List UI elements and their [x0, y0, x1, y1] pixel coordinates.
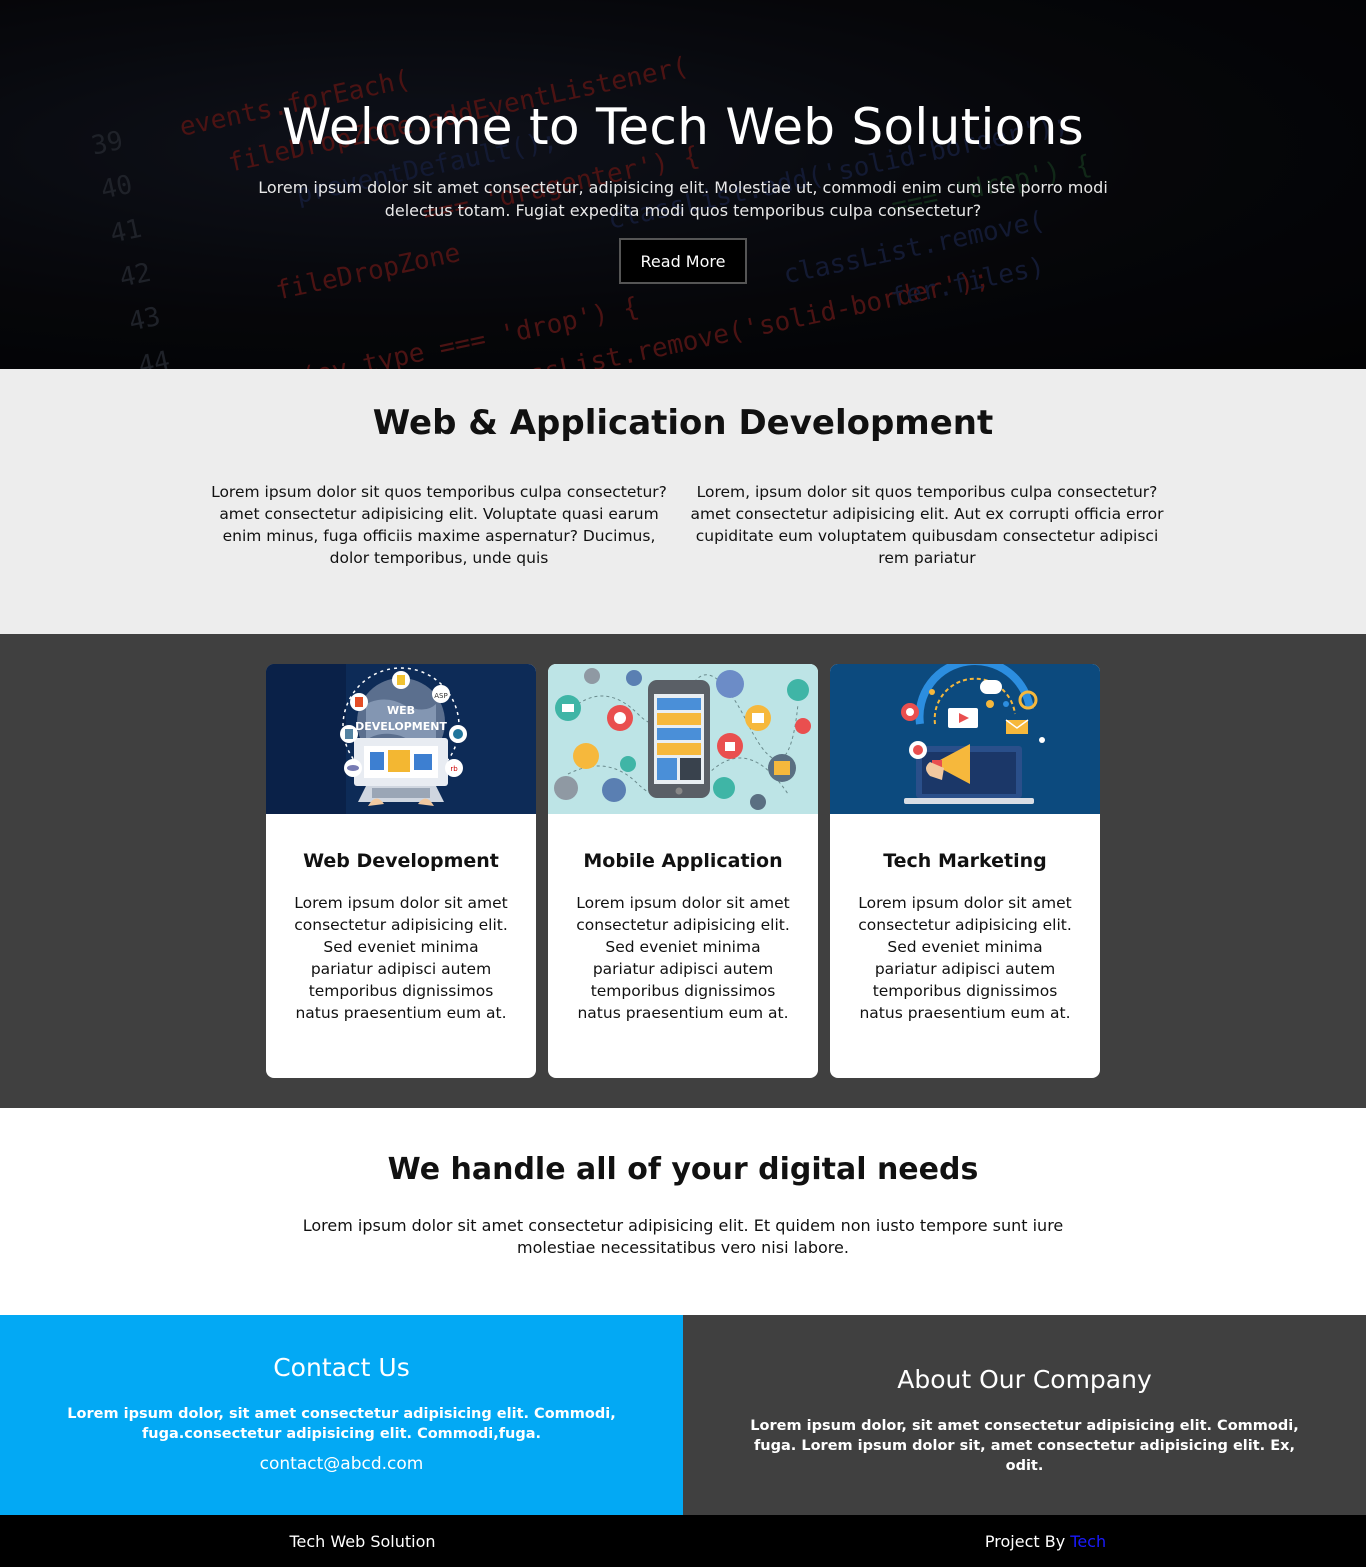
- footer-credit-prefix: Project By: [984, 1531, 1066, 1551]
- web-development-image: WEB DEVELOPMENT ASP rb: [266, 664, 536, 814]
- hero-banner: 39 40 41 42 43 44 45 46 events.forEach( …: [0, 0, 1366, 369]
- mobile-application-image: [548, 664, 818, 814]
- contact-panel: Contact Us Lorem ipsum dolor, sit amet c…: [0, 1315, 683, 1515]
- digital-needs-section: We handle all of your digital needs Lore…: [0, 1108, 1366, 1315]
- hero-description: Lorem ipsum dolor sit amet consectetur, …: [258, 178, 1108, 220]
- info-section: Contact Us Lorem ipsum dolor, sit amet c…: [0, 1315, 1366, 1515]
- service-card-tech-marketing: Tech Marketing Lorem ipsum dolor sit ame…: [830, 664, 1100, 1078]
- services-section: WEB DEVELOPMENT ASP rb Web Development L…: [0, 634, 1366, 1108]
- contact-text: Lorem ipsum dolor, sit amet consectetur …: [67, 1406, 616, 1442]
- about-text: Lorem ipsum dolor, sit amet consectetur …: [750, 1418, 1299, 1474]
- about-panel: About Our Company Lorem ipsum dolor, sit…: [683, 1315, 1366, 1515]
- web-image-label: WEB: [387, 704, 415, 717]
- footer-credit: Project By Tech: [725, 1532, 1366, 1551]
- service-card-mobile-application: Mobile Application Lorem ipsum dolor sit…: [548, 664, 818, 1078]
- svg-text:ASP: ASP: [434, 692, 447, 700]
- service-card-web-development: WEB DEVELOPMENT ASP rb Web Development L…: [266, 664, 536, 1078]
- dev-section: Web & Application Development Lorem ipsu…: [0, 369, 1366, 634]
- dev-columns: Lorem ipsum dolor sit quos temporibus cu…: [0, 481, 1366, 569]
- service-card-title: Tech Marketing: [883, 850, 1047, 872]
- footer: Tech Web Solution Project By Tech: [0, 1515, 1366, 1567]
- service-card-text: Lorem ipsum dolor sit amet consectetur a…: [294, 894, 508, 1022]
- development-image-label: DEVELOPMENT: [355, 720, 447, 733]
- dev-column-left: Lorem ipsum dolor sit quos temporibus cu…: [211, 483, 667, 567]
- service-card-text: Lorem ipsum dolor sit amet consectetur a…: [576, 894, 790, 1022]
- contact-email-link[interactable]: contact@abcd.com: [0, 1454, 683, 1474]
- hero-content: Welcome to Tech Web Solutions Lorem ipsu…: [0, 0, 1366, 284]
- footer-credit-link[interactable]: Tech: [1070, 1532, 1106, 1551]
- service-card-title: Web Development: [303, 850, 499, 872]
- dev-column-right: Lorem, ipsum dolor sit quos temporibus c…: [690, 483, 1164, 567]
- read-more-button[interactable]: Read More: [618, 238, 748, 284]
- tech-marketing-image: [830, 664, 1100, 814]
- digital-needs-text: Lorem ipsum dolor sit amet consectetur a…: [302, 1216, 1064, 1257]
- service-card-text: Lorem ipsum dolor sit amet consectetur a…: [858, 894, 1072, 1022]
- digital-needs-title: We handle all of your digital needs: [387, 1152, 979, 1187]
- svg-text:rb: rb: [450, 765, 458, 773]
- about-title: About Our Company: [897, 1365, 1152, 1394]
- dev-section-title: Web & Application Development: [372, 403, 994, 443]
- hero-title: Welcome to Tech Web Solutions: [282, 98, 1084, 156]
- service-card-title: Mobile Application: [583, 850, 783, 872]
- contact-title: Contact Us: [273, 1353, 410, 1382]
- footer-site-name: Tech Web Solution: [289, 1531, 436, 1551]
